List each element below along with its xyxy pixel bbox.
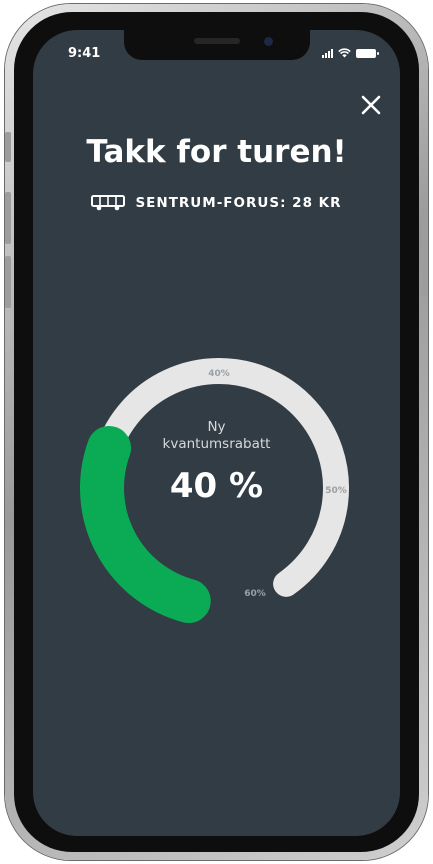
volume-up-button	[5, 192, 11, 244]
gauge-title-line2: kvantumsrabatt	[162, 436, 271, 452]
tick-label-60: 60%	[244, 589, 266, 599]
power-button	[422, 216, 428, 296]
app-screen: 9:41 Takk for turen! SENTRUM-FORUS: 28 K…	[33, 30, 400, 836]
tick-label-40: 40%	[208, 369, 230, 379]
discount-value: 40 %	[169, 466, 264, 506]
volume-down-button	[5, 256, 11, 308]
gauge-title-line1: Ny	[207, 419, 226, 435]
mute-switch	[5, 132, 11, 162]
